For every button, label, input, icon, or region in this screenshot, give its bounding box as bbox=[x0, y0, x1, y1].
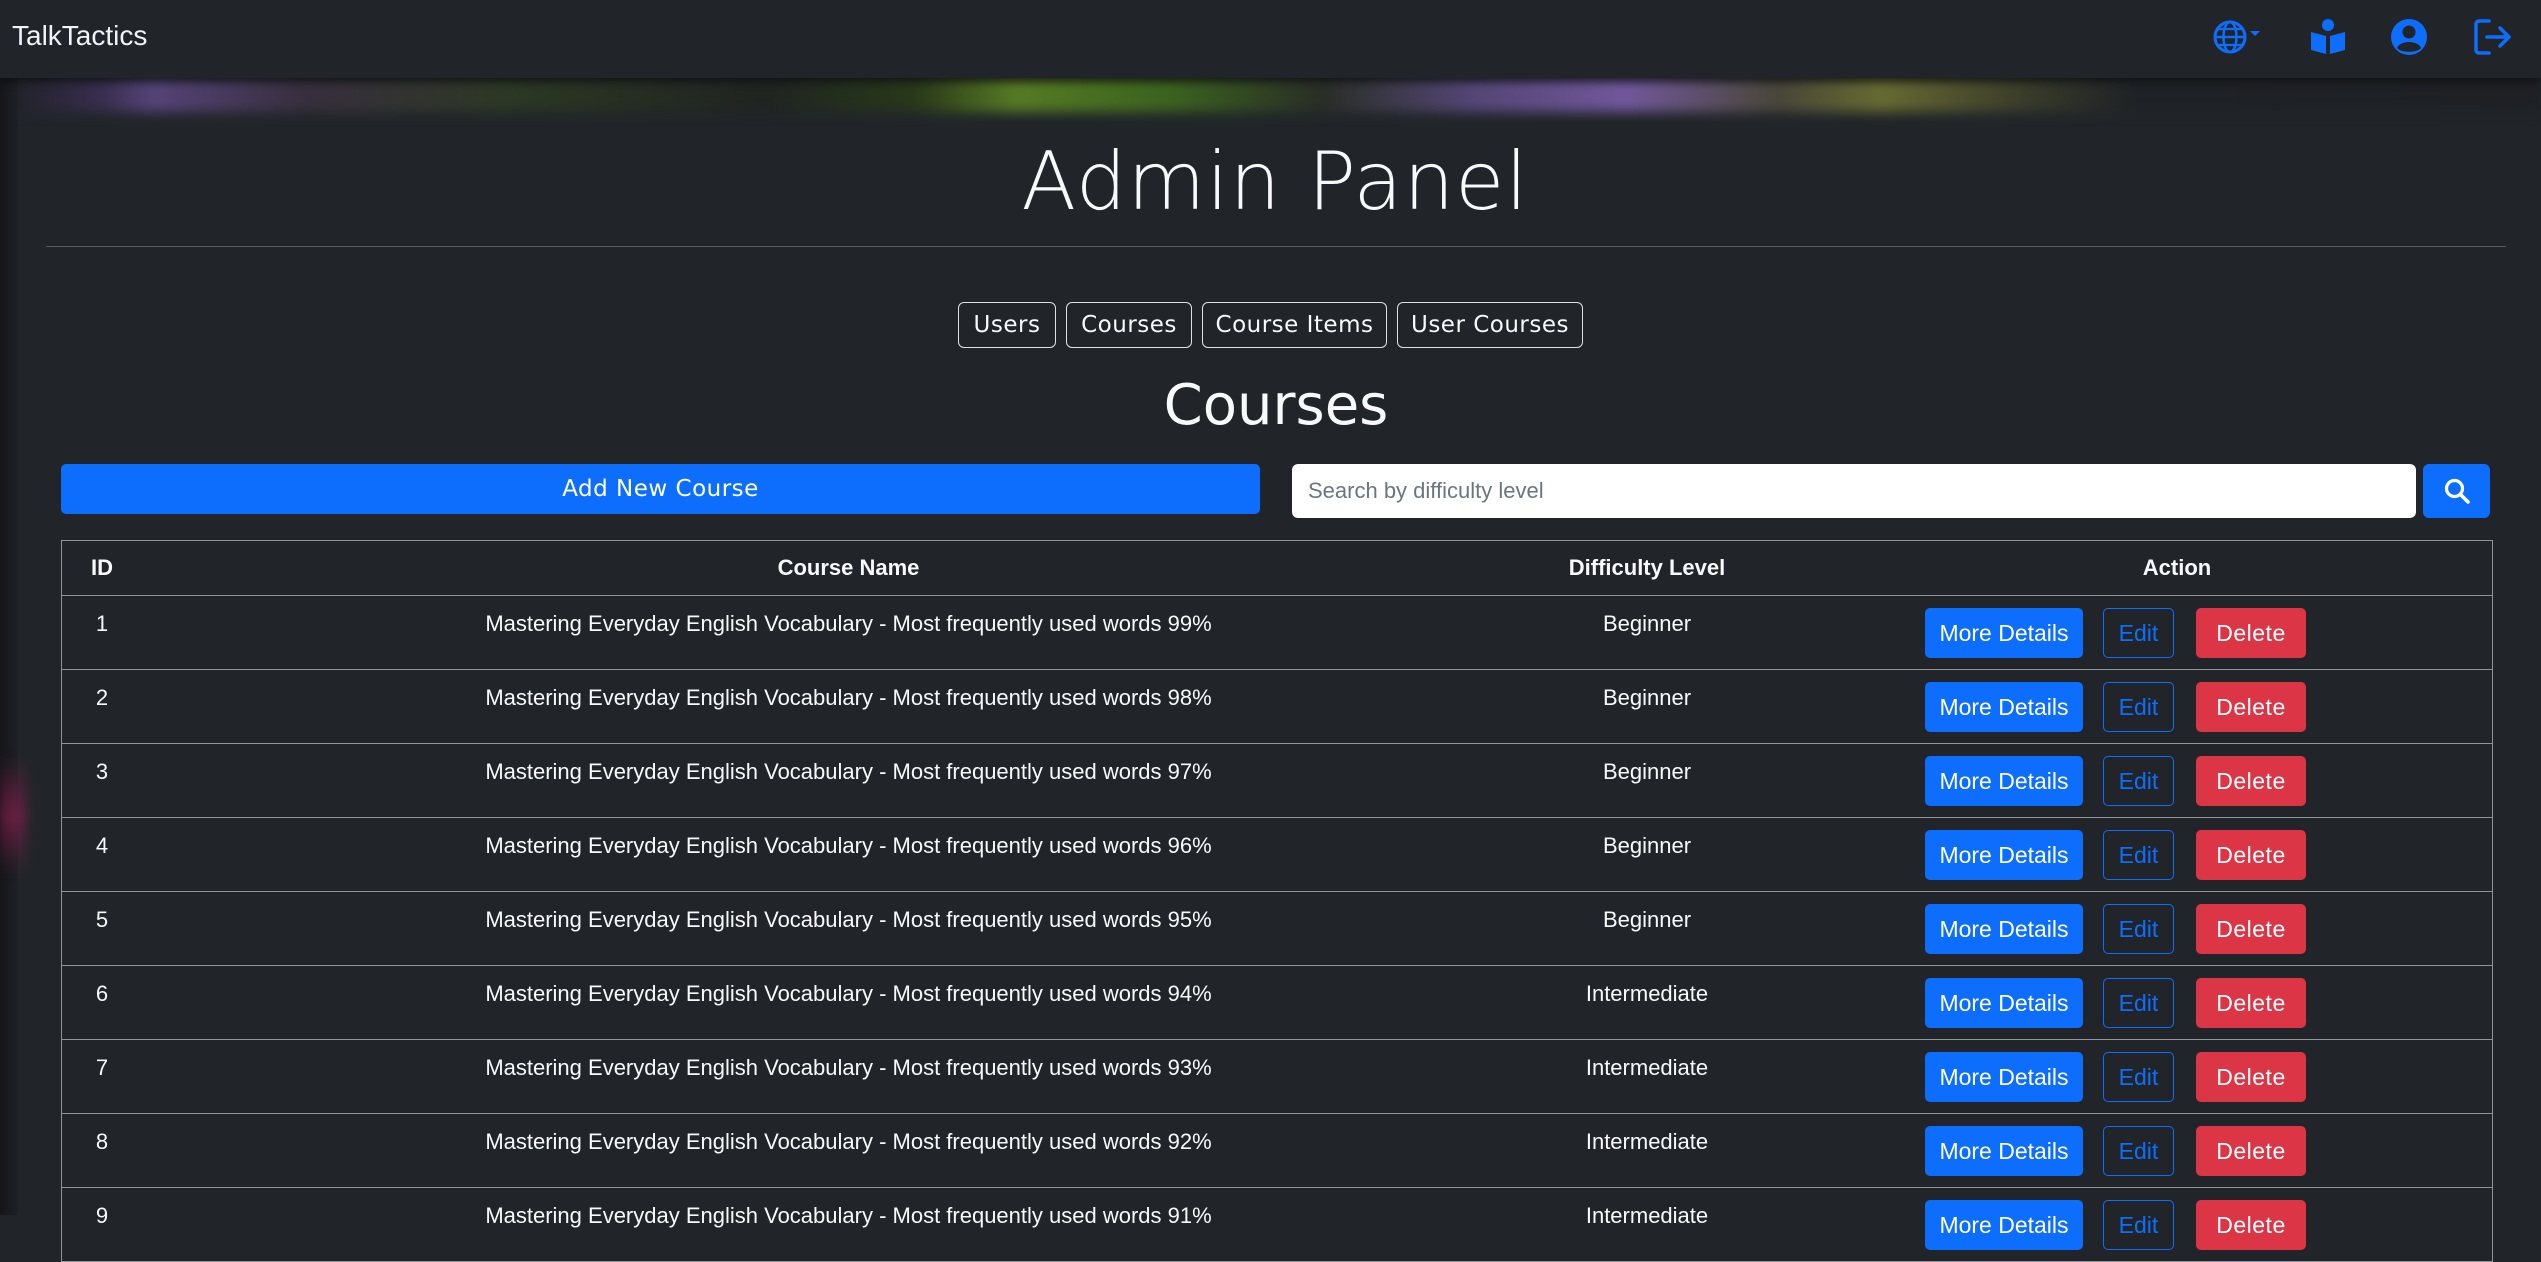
cell-difficulty: Beginner bbox=[1602, 685, 1692, 710]
cell-id: 3 bbox=[95, 759, 109, 784]
cell-course-name: Mastering Everyday English Vocabulary - … bbox=[485, 833, 1212, 858]
cell-id: 6 bbox=[95, 981, 109, 1006]
tab-courses[interactable]: Courses bbox=[1066, 302, 1192, 348]
cell-course-name: Mastering Everyday English Vocabulary - … bbox=[485, 1129, 1212, 1154]
edit-button[interactable]: Edit bbox=[2103, 608, 2174, 658]
my-courses-link[interactable] bbox=[2306, 15, 2350, 59]
table-row: 2 Mastering Everyday English Vocabulary -… bbox=[62, 670, 2492, 744]
edit-button[interactable]: Edit bbox=[2103, 904, 2174, 954]
cell-id: 5 bbox=[95, 907, 109, 932]
table-row: 7 Mastering Everyday English Vocabulary -… bbox=[62, 1040, 2492, 1114]
search-button[interactable] bbox=[2423, 464, 2490, 518]
profile-link[interactable] bbox=[2387, 15, 2431, 59]
column-header-course-name: Course Name bbox=[777, 555, 920, 580]
more-details-button[interactable]: More Details bbox=[1925, 608, 2083, 658]
brand-logo[interactable]: TalkTactics bbox=[12, 20, 147, 52]
edit-button[interactable]: Edit bbox=[2103, 1126, 2174, 1176]
edit-button[interactable]: Edit bbox=[2103, 1052, 2174, 1102]
table-row: 1 Mastering Everyday English Vocabulary -… bbox=[62, 596, 2492, 670]
cell-difficulty: Intermediate bbox=[1585, 1129, 1709, 1154]
table-row: 3 Mastering Everyday English Vocabulary -… bbox=[62, 744, 2492, 818]
cell-difficulty: Beginner bbox=[1602, 833, 1692, 858]
globe-icon bbox=[2213, 20, 2260, 54]
delete-button[interactable]: Delete bbox=[2196, 830, 2306, 880]
difficulty-search-input[interactable] bbox=[1292, 464, 2416, 518]
book-reader-icon bbox=[2311, 19, 2345, 54]
table-header: ID Course Name Difficulty Level Action bbox=[62, 541, 2492, 596]
cell-course-name: Mastering Everyday English Vocabulary - … bbox=[485, 611, 1212, 636]
column-header-difficulty: Difficulty Level bbox=[1568, 555, 1726, 580]
header-banner-image bbox=[0, 78, 2541, 112]
tab-course-items[interactable]: Course Items bbox=[1202, 302, 1387, 348]
more-details-button[interactable]: More Details bbox=[1925, 978, 2083, 1028]
cell-id: 9 bbox=[95, 1203, 109, 1228]
column-header-id: ID bbox=[91, 555, 113, 580]
table-body: 1 Mastering Everyday English Vocabulary -… bbox=[62, 596, 2492, 1262]
cell-course-name: Mastering Everyday English Vocabulary - … bbox=[485, 1203, 1212, 1228]
more-details-button[interactable]: More Details bbox=[1925, 682, 2083, 732]
more-details-button[interactable]: More Details bbox=[1925, 756, 2083, 806]
edit-button[interactable]: Edit bbox=[2103, 756, 2174, 806]
column-header-action: Action bbox=[2142, 555, 2212, 580]
page-title: Admin Panel bbox=[1021, 135, 1529, 228]
page-edge-shadow bbox=[0, 78, 18, 1215]
delete-button[interactable]: Delete bbox=[2196, 608, 2306, 658]
cell-difficulty: Intermediate bbox=[1585, 1203, 1709, 1228]
tab-user-courses[interactable]: User Courses bbox=[1397, 302, 1583, 348]
user-circle-icon bbox=[2391, 19, 2427, 55]
table-row: 4 Mastering Everyday English Vocabulary -… bbox=[62, 818, 2492, 892]
cell-difficulty: Beginner bbox=[1602, 611, 1692, 636]
more-details-button[interactable]: More Details bbox=[1925, 1052, 2083, 1102]
logout-button[interactable] bbox=[2471, 15, 2515, 59]
admin-tabs: Users Courses Course Items User Courses bbox=[0, 302, 2541, 352]
cell-course-name: Mastering Everyday English Vocabulary - … bbox=[485, 759, 1212, 784]
delete-button[interactable]: Delete bbox=[2196, 1126, 2306, 1176]
table-row: 8 Mastering Everyday English Vocabulary -… bbox=[62, 1114, 2492, 1188]
cell-difficulty: Intermediate bbox=[1585, 981, 1709, 1006]
table-row: 9 Mastering Everyday English Vocabulary -… bbox=[62, 1188, 2492, 1262]
table-row: 6 Mastering Everyday English Vocabulary -… bbox=[62, 966, 2492, 1040]
cell-id: 8 bbox=[95, 1129, 109, 1154]
cell-id: 4 bbox=[95, 833, 109, 858]
cell-course-name: Mastering Everyday English Vocabulary - … bbox=[485, 1055, 1212, 1080]
cell-course-name: Mastering Everyday English Vocabulary - … bbox=[485, 907, 1212, 932]
cell-id: 1 bbox=[95, 611, 109, 636]
search-icon bbox=[2444, 478, 2470, 504]
courses-table: ID Course Name Difficulty Level Action 1… bbox=[61, 540, 2493, 1262]
section-title: Courses bbox=[1163, 373, 1389, 438]
cell-id: 7 bbox=[95, 1055, 109, 1080]
background-accent bbox=[0, 755, 26, 875]
delete-button[interactable]: Delete bbox=[2196, 756, 2306, 806]
delete-button[interactable]: Delete bbox=[2196, 682, 2306, 732]
delete-button[interactable]: Delete bbox=[2196, 1052, 2306, 1102]
navbar: TalkTactics bbox=[0, 0, 2541, 78]
edit-button[interactable]: Edit bbox=[2103, 682, 2174, 732]
tab-users[interactable]: Users bbox=[958, 302, 1056, 348]
cell-difficulty: Beginner bbox=[1602, 907, 1692, 932]
language-dropdown[interactable] bbox=[2210, 15, 2266, 59]
more-details-button[interactable]: More Details bbox=[1925, 904, 2083, 954]
cell-difficulty: Beginner bbox=[1602, 759, 1692, 784]
logout-icon bbox=[2474, 19, 2511, 55]
cell-difficulty: Intermediate bbox=[1585, 1055, 1709, 1080]
edit-button[interactable]: Edit bbox=[2103, 1200, 2174, 1250]
delete-button[interactable]: Delete bbox=[2196, 904, 2306, 954]
delete-button[interactable]: Delete bbox=[2196, 978, 2306, 1028]
more-details-button[interactable]: More Details bbox=[1925, 1200, 2083, 1250]
more-details-button[interactable]: More Details bbox=[1925, 1126, 2083, 1176]
table-row: 5 Mastering Everyday English Vocabulary -… bbox=[62, 892, 2492, 966]
more-details-button[interactable]: More Details bbox=[1925, 830, 2083, 880]
cell-course-name: Mastering Everyday English Vocabulary - … bbox=[485, 685, 1212, 710]
edit-button[interactable]: Edit bbox=[2103, 978, 2174, 1028]
add-new-course-button[interactable]: Add New Course bbox=[61, 464, 1260, 514]
chevron-down-icon bbox=[2250, 31, 2260, 36]
cell-course-name: Mastering Everyday English Vocabulary - … bbox=[485, 981, 1212, 1006]
edit-button[interactable]: Edit bbox=[2103, 830, 2174, 880]
delete-button[interactable]: Delete bbox=[2196, 1200, 2306, 1250]
title-divider bbox=[46, 246, 2506, 247]
cell-id: 2 bbox=[95, 685, 109, 710]
